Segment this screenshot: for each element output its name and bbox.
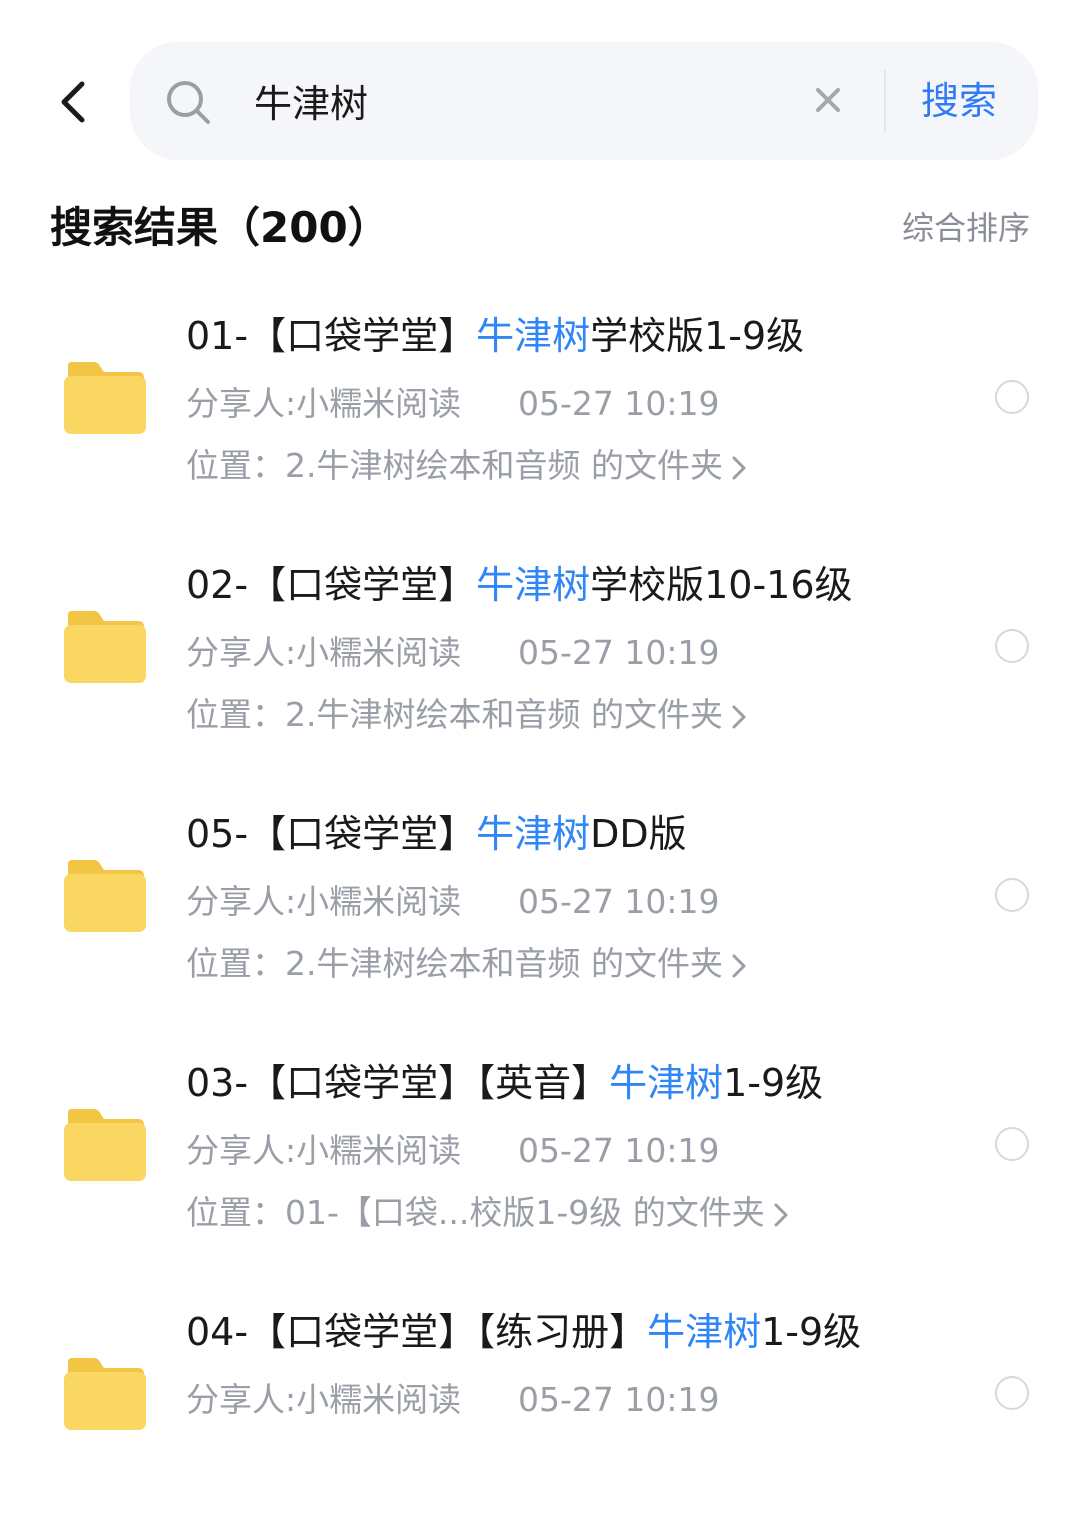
results-title: 搜索结果（200） <box>50 203 390 252</box>
item-location: 位置：2.牛津树绘本和音频 的文件夹 <box>186 446 723 485</box>
item-time: 05-27 10:19 <box>518 882 720 921</box>
folder-icon <box>64 860 146 932</box>
item-time: 05-27 10:19 <box>518 1131 720 1170</box>
select-radio[interactable] <box>995 629 1029 663</box>
title-prefix: 01-【口袋学堂】 <box>186 314 477 358</box>
title-prefix: 03-【口袋学堂】【英音】 <box>186 1061 610 1105</box>
select-radio[interactable] <box>995 380 1029 414</box>
title-highlight: 牛津树 <box>476 812 591 856</box>
item-location: 位置：01-【口袋...校版1-9级 的文件夹 <box>186 1193 765 1232</box>
title-highlight: 牛津树 <box>647 1310 762 1354</box>
folder-icon <box>64 1358 146 1430</box>
item-title: 04-【口袋学堂】【练习册】牛津树1-9级 <box>186 1306 861 1358</box>
list-item[interactable]: 01-【口袋学堂】牛津树学校版1-9级 分享人:小糯米阅读 05-27 10:1… <box>0 290 1080 539</box>
item-title: 05-【口袋学堂】牛津树DD版 <box>186 808 687 860</box>
item-sharer: 分享人:小糯米阅读 <box>186 1131 462 1170</box>
item-location-link[interactable]: 位置：2.牛津树绘本和音频 的文件夹 <box>186 442 747 490</box>
item-time: 05-27 10:19 <box>518 633 720 672</box>
title-highlight: 牛津树 <box>476 563 591 607</box>
list-item[interactable]: 02-【口袋学堂】牛津树学校版10-16级 分享人:小糯米阅读 05-27 10… <box>0 539 1080 788</box>
title-prefix: 02-【口袋学堂】 <box>186 563 477 607</box>
item-location: 位置：2.牛津树绘本和音频 的文件夹 <box>186 944 723 983</box>
title-prefix: 04-【口袋学堂】【练习册】 <box>186 1310 648 1354</box>
item-location-link[interactable]: 位置：2.牛津树绘本和音频 的文件夹 <box>186 691 747 739</box>
chevron-right-icon <box>732 954 746 977</box>
search-button[interactable]: 搜索 <box>904 76 1014 126</box>
title-highlight: 牛津树 <box>476 314 591 358</box>
folder-icon <box>64 362 146 434</box>
chevron-right-icon <box>774 1203 788 1226</box>
results-header: 搜索结果（200） 综合排序 <box>50 196 1030 260</box>
top-bar: 搜索 <box>0 0 1080 170</box>
search-input[interactable] <box>254 70 794 130</box>
sort-button[interactable]: 综合排序 <box>902 202 1030 254</box>
close-icon[interactable] <box>810 82 846 118</box>
list-item[interactable]: 05-【口袋学堂】牛津树DD版 分享人:小糯米阅读 05-27 10:19 位置… <box>0 788 1080 1037</box>
list-item[interactable]: 04-【口袋学堂】【练习册】牛津树1-9级 分享人:小糯米阅读 05-27 10… <box>0 1286 1080 1535</box>
back-button[interactable] <box>48 72 98 132</box>
item-location: 位置：2.牛津树绘本和音频 的文件夹 <box>186 695 723 734</box>
search-divider <box>884 70 886 132</box>
item-sharer: 分享人:小糯米阅读 <box>186 384 462 423</box>
item-location-link[interactable]: 位置：2.牛津树绘本和音频 的文件夹 <box>186 940 747 988</box>
title-prefix: 05-【口袋学堂】 <box>186 812 477 856</box>
chevron-right-icon <box>732 705 746 728</box>
search-bar: 搜索 <box>130 42 1038 160</box>
title-suffix: 1-9级 <box>761 1310 862 1354</box>
results-list: 01-【口袋学堂】牛津树学校版1-9级 分享人:小糯米阅读 05-27 10:1… <box>0 290 1080 1535</box>
chevron-right-icon <box>732 456 746 479</box>
search-icon <box>167 81 210 124</box>
title-suffix: 学校版1-9级 <box>590 314 805 358</box>
item-title: 02-【口袋学堂】牛津树学校版10-16级 <box>186 559 853 611</box>
folder-icon <box>64 1109 146 1181</box>
item-sharer: 分享人:小糯米阅读 <box>186 633 462 672</box>
title-suffix: 1-9级 <box>723 1061 824 1105</box>
select-radio[interactable] <box>995 878 1029 912</box>
item-title: 03-【口袋学堂】【英音】牛津树1-9级 <box>186 1057 823 1109</box>
select-radio[interactable] <box>995 1376 1029 1410</box>
item-sharer: 分享人:小糯米阅读 <box>186 1380 462 1419</box>
title-suffix: 学校版10-16级 <box>590 563 853 607</box>
title-suffix: DD版 <box>590 812 687 856</box>
item-sharer: 分享人:小糯米阅读 <box>186 882 462 921</box>
select-radio[interactable] <box>995 1127 1029 1161</box>
folder-icon <box>64 611 146 683</box>
chevron-left-icon <box>61 81 85 123</box>
list-item[interactable]: 03-【口袋学堂】【英音】牛津树1-9级 分享人:小糯米阅读 05-27 10:… <box>0 1037 1080 1286</box>
title-highlight: 牛津树 <box>609 1061 724 1105</box>
item-time: 05-27 10:19 <box>518 1380 720 1419</box>
item-title: 01-【口袋学堂】牛津树学校版1-9级 <box>186 310 804 362</box>
item-location-link[interactable]: 位置：01-【口袋...校版1-9级 的文件夹 <box>186 1189 789 1237</box>
item-time: 05-27 10:19 <box>518 384 720 423</box>
